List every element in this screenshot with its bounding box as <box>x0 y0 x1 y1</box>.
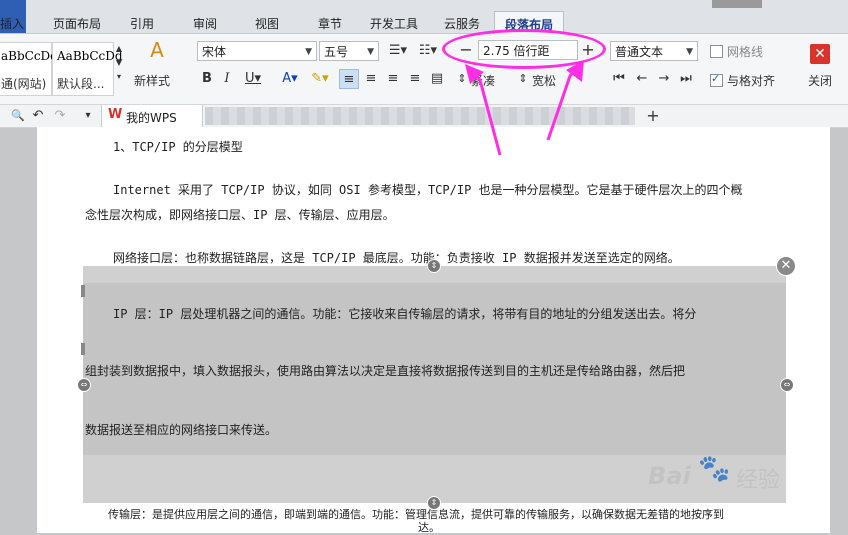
resize-handle-left[interactable]: ⇔ <box>77 378 91 392</box>
style-gallery-item-default[interactable]: AaBbCcDd 默认段... <box>52 42 123 96</box>
chevron-down-icon: ▼ <box>686 47 693 57</box>
annotation-arrows <box>465 60 584 156</box>
resize-handle-right[interactable]: ⇔ <box>780 378 794 392</box>
new-tab-icon[interactable]: + <box>644 106 662 126</box>
document-tab-bar: 🔍 ↶ ↷ ▾ W 我的WPS + <box>0 105 848 128</box>
tab-page-layout[interactable]: 页面布局 <box>53 15 101 32</box>
paragraph-line: 数据报送至相应的网络接口来传送。 <box>85 423 278 437</box>
style-sample: aBbCcDd <box>1 49 58 63</box>
undo-icon[interactable]: ↶ <box>30 106 46 126</box>
style-sample: AaBbCcDd <box>57 49 123 63</box>
cursor-marker-icon <box>81 285 85 297</box>
new-style-button[interactable]: 新样式 <box>134 72 170 89</box>
arrow-line <box>546 65 580 141</box>
doc-tab-label: 我的WPS <box>126 111 177 125</box>
gridlines-checkbox[interactable] <box>710 45 723 58</box>
resize-handle-top[interactable]: ⇕ <box>427 259 441 273</box>
pin-icon[interactable]: ▾ <box>80 106 96 126</box>
align-grid-checkbox[interactable] <box>710 72 723 87</box>
tab-section[interactable]: 章节 <box>318 15 342 32</box>
font-size-value: 五号 <box>324 45 349 59</box>
tab-insert[interactable]: 插入 <box>0 15 24 32</box>
next-icon[interactable]: → <box>656 69 672 89</box>
numbered-list-icon[interactable]: ☷▾ <box>414 41 442 61</box>
paragraph-line: Internet 采用了 TCP/IP 协议，如同 OSI 参考模型，TCP/I… <box>113 183 743 197</box>
style-name: 默认段... <box>57 77 105 91</box>
font-family-select[interactable]: 宋体 ▼ <box>197 41 317 61</box>
align-left-icon[interactable]: ≡ <box>339 69 359 89</box>
font-family-value: 宋体 <box>202 45 227 59</box>
italic-button[interactable]: I <box>219 69 235 89</box>
paragraph-style-select[interactable]: 普通文本 ▼ <box>610 41 698 61</box>
baidu-watermark: Bai 🐾 经验 <box>648 450 783 500</box>
align-right-icon[interactable]: ≡ <box>383 69 403 89</box>
heading-text: 1、TCP/IP 的分层模型 <box>113 140 243 154</box>
font-color-icon[interactable]: A▾ <box>276 69 304 89</box>
watermark-sub: 经验 <box>736 468 781 493</box>
close-button[interactable]: 关闭 <box>808 72 832 89</box>
print-preview-icon[interactable]: 🔍 <box>10 106 26 126</box>
first-icon[interactable]: ⏮ <box>612 69 626 89</box>
paragraph-line: 传输层：是提供应用层之间的通信，即端到端的通信。功能：管理信息流，提供可靠的传输… <box>108 508 724 521</box>
close-selection-icon[interactable]: ✕ <box>776 256 796 276</box>
close-icon[interactable]: ✕ <box>810 44 830 64</box>
gallery-scroll-icon[interactable]: ▲ ▼ ▾ <box>114 42 124 81</box>
style-gallery-item-web[interactable]: aBbCcDd 通(网站) <box>0 42 58 96</box>
tab-developer[interactable]: 开发工具 <box>370 15 418 32</box>
ribbon-panel: aBbCcDd 通(网站) AaBbCcDd 默认段... ▲ ▼ ▾ A 新样式 … <box>0 34 848 105</box>
cursor-marker-icon <box>81 343 85 355</box>
ribbon-tab-bar: 插入 页面布局 引用 审阅 视图 章节 开发工具 云服务 段落布局 <box>0 0 848 38</box>
paw-logo-icon: 🐾 <box>698 454 731 484</box>
arrow-line <box>468 68 502 156</box>
font-size-select[interactable]: 五号 ▼ <box>319 41 379 61</box>
align-justify-icon[interactable]: ≡ <box>405 69 425 89</box>
chevron-down-icon: ▼ <box>367 47 374 57</box>
highlight-icon[interactable]: ✎▾ <box>306 69 334 89</box>
tab-cloud-service[interactable]: 云服务 <box>444 15 480 32</box>
tab-view[interactable]: 视图 <box>255 15 279 32</box>
new-style-icon[interactable]: A <box>140 40 174 64</box>
prev-icon[interactable]: ← <box>634 69 650 89</box>
underline-button[interactable]: U▾ <box>239 69 267 89</box>
gridlines-label: 网格线 <box>727 45 764 59</box>
paragraph-style-value: 普通文本 <box>615 45 664 59</box>
style-name: 通(网站) <box>1 77 47 91</box>
align-center-icon[interactable]: ≡ <box>361 69 381 89</box>
last-icon[interactable]: ⏭ <box>678 69 694 89</box>
bullet-list-icon[interactable]: ☰▾ <box>384 41 412 61</box>
watermark-brand: Bai <box>648 462 691 490</box>
align-grid-label: 与格对齐 <box>727 74 776 88</box>
tab-references[interactable]: 引用 <box>130 15 154 32</box>
paragraph-line: 组封装到数据报中，填入数据报头，使用路由算法以决定是直接将数据报传送到目的主机还… <box>85 364 686 378</box>
paragraph-line: 念性层次构成，即网络接口层、IP 层、传输层、应用层。 <box>85 208 395 222</box>
avatar <box>712 0 762 8</box>
bold-button[interactable]: B <box>199 69 215 89</box>
resize-handle-bottom[interactable]: ⇕ <box>427 496 441 510</box>
doc-tab-my-wps[interactable]: W 我的WPS <box>101 105 203 127</box>
paragraph-line: IP 层：IP 层处理机器之间的通信。功能：它接收来自传输层的请求，将带有目的地… <box>113 307 697 321</box>
paragraph-line: 网络接口层：也称数据链路层，这是 TCP/IP 最底层。功能：负责接收 IP 数… <box>113 251 680 265</box>
redo-icon[interactable]: ↷ <box>52 106 68 126</box>
chevron-down-icon: ▼ <box>305 47 312 57</box>
wps-logo-icon: W <box>108 107 123 122</box>
tab-review[interactable]: 审阅 <box>193 15 217 32</box>
